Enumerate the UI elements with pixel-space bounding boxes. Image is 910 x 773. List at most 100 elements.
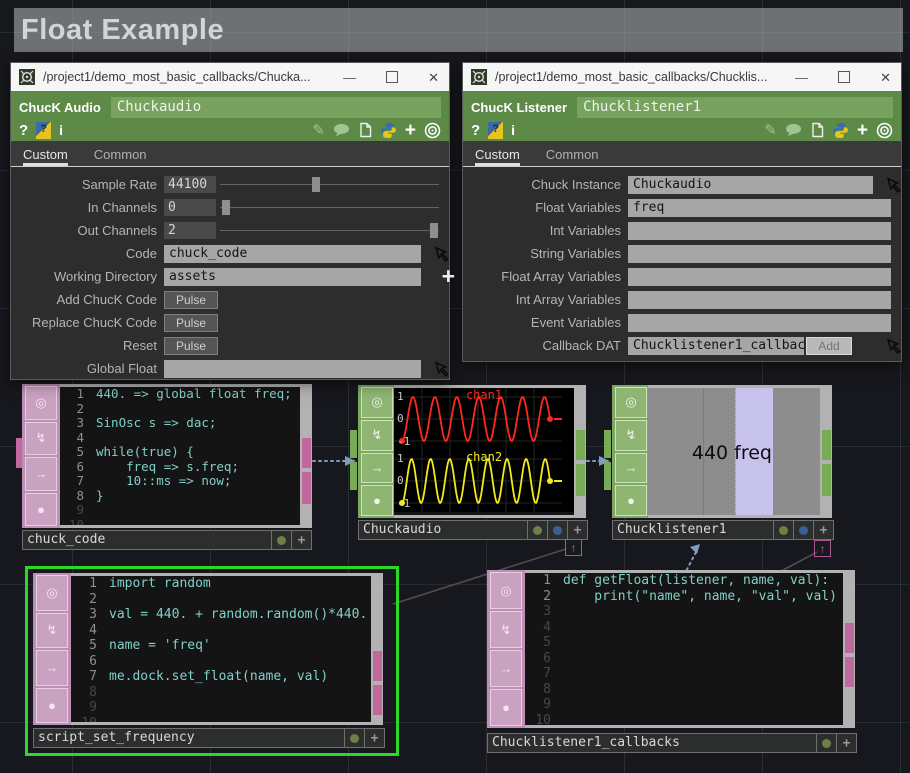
window-titlebar[interactable]: /project1/demo_most_basic_callbacks/Chuc…: [11, 63, 449, 91]
tab-common[interactable]: Common: [546, 147, 599, 166]
int-array-variables-field[interactable]: [628, 291, 891, 309]
render-flag-button[interactable]: [272, 531, 292, 549]
export-flag-icon[interactable]: →: [615, 453, 647, 484]
input-connector[interactable]: [350, 430, 357, 458]
export-arrow-icon[interactable]: [434, 244, 453, 263]
comment-icon[interactable]: [333, 123, 350, 137]
render-flag-button[interactable]: [345, 729, 365, 747]
output-connector[interactable]: [373, 685, 382, 715]
window-titlebar[interactable]: /project1/demo_most_basic_callbacks/Chuc…: [463, 63, 901, 91]
callback-dat-field[interactable]: Chucklistener1_callbacks: [628, 337, 804, 355]
bypass-flag-icon[interactable]: ↯: [36, 613, 68, 649]
node-script-set-frequency[interactable]: ◎ ↯ → ● 1 2 3 4 5 6 78 9 10 import rando…: [33, 573, 383, 725]
replace-chuck-code-pulse-button[interactable]: Pulse: [164, 314, 218, 332]
bypass-flag-icon[interactable]: ↯: [615, 420, 647, 451]
node-name-row[interactable]: Chucklistener1 +: [612, 520, 834, 540]
help-icon[interactable]: ?: [471, 122, 480, 139]
bomb-flag-icon[interactable]: ●: [36, 688, 68, 724]
input-connector[interactable]: [604, 462, 611, 490]
export-flag-icon[interactable]: →: [490, 650, 522, 687]
export-arrow-icon[interactable]: [886, 336, 905, 355]
string-variables-field[interactable]: [628, 245, 891, 263]
bomb-flag-icon[interactable]: ●: [361, 485, 393, 516]
in-channels-value[interactable]: 0: [164, 199, 216, 216]
in-channels-slider[interactable]: [220, 199, 439, 216]
export-arrow-icon[interactable]: [434, 359, 453, 378]
node-name-row[interactable]: Chuckaudio +: [358, 520, 588, 540]
output-connector[interactable]: [576, 464, 585, 496]
add-chuck-code-pulse-button[interactable]: Pulse: [164, 291, 218, 309]
maximize-button[interactable]: [838, 71, 850, 83]
input-connector[interactable]: [604, 430, 611, 458]
edit-pencil-icon[interactable]: ✎: [312, 121, 325, 139]
float-array-variables-field[interactable]: [628, 268, 891, 286]
export-flag-icon[interactable]: →: [36, 650, 68, 686]
maximize-button[interactable]: [386, 71, 398, 83]
info-icon[interactable]: i: [59, 122, 63, 138]
node-chucklistener1[interactable]: ◎ ↯ → ● 440 freq: [612, 385, 832, 518]
close-button[interactable]: ✕: [428, 71, 439, 84]
render-flag-button[interactable]: [774, 521, 794, 539]
comment-icon[interactable]: [785, 123, 802, 137]
bypass-flag-icon[interactable]: ↯: [25, 422, 57, 456]
node-chuck-code[interactable]: ◎ ↯ → ● 1 2 3 4 5 6 7 89 10 440. => glob…: [22, 384, 312, 528]
output-connector[interactable]: [845, 623, 854, 653]
copy-parameters-icon[interactable]: [810, 122, 824, 138]
tab-custom[interactable]: Custom: [475, 147, 520, 166]
docked-nodes-expand-arrow[interactable]: ↑: [565, 539, 582, 556]
tab-custom[interactable]: Custom: [23, 147, 68, 166]
bomb-flag-icon[interactable]: ●: [25, 493, 57, 527]
float-variables-field[interactable]: freq: [628, 199, 891, 217]
node-add-button[interactable]: +: [365, 729, 384, 747]
viewer-flag-icon[interactable]: ◎: [36, 575, 68, 611]
node-chucklistener1-callbacks[interactable]: ◎ ↯ → ● 1 23 4 5 6 7 8 9 10 def getFloat…: [487, 570, 855, 728]
help-icon[interactable]: ?: [19, 122, 28, 139]
sample-rate-value[interactable]: 44100: [164, 176, 216, 193]
output-connector[interactable]: [822, 464, 831, 496]
node-name-row[interactable]: Chucklistener1_callbacks +: [487, 733, 857, 753]
folder-plus-icon[interactable]: +: [442, 263, 455, 290]
python-help-icon[interactable]: ?: [488, 122, 503, 139]
export-flag-icon[interactable]: →: [361, 453, 393, 484]
output-connector[interactable]: [845, 657, 854, 687]
event-variables-field[interactable]: [628, 314, 891, 332]
out-channels-slider[interactable]: [220, 222, 439, 239]
docked-nodes-expand-arrow[interactable]: ↑: [814, 540, 831, 557]
node-add-button[interactable]: +: [814, 521, 833, 539]
target-icon[interactable]: [876, 122, 893, 139]
node-add-button[interactable]: +: [837, 734, 856, 752]
output-connector[interactable]: [302, 438, 311, 468]
node-add-button[interactable]: +: [568, 521, 587, 539]
output-connector[interactable]: [576, 430, 585, 460]
target-icon[interactable]: [424, 122, 441, 139]
code-field[interactable]: chuck_code: [164, 245, 421, 263]
audio-flag-button[interactable]: [548, 521, 568, 539]
int-variables-field[interactable]: [628, 222, 891, 240]
chuck-instance-field[interactable]: Chuckaudio: [628, 176, 873, 194]
node-name-row[interactable]: script_set_frequency +: [33, 728, 385, 748]
working-directory-field[interactable]: assets: [164, 268, 421, 286]
viewer-flag-icon[interactable]: ◎: [490, 572, 522, 609]
export-flag-icon[interactable]: →: [25, 457, 57, 491]
reset-pulse-button[interactable]: Pulse: [164, 337, 218, 355]
copy-parameters-icon[interactable]: [358, 122, 372, 138]
python-icon[interactable]: [380, 122, 397, 139]
python-icon[interactable]: [832, 122, 849, 139]
python-help-icon[interactable]: ?: [36, 122, 51, 139]
node-name-row[interactable]: chuck_code +: [22, 530, 312, 550]
output-connector[interactable]: [822, 430, 831, 460]
close-button[interactable]: ✕: [880, 71, 891, 84]
viewer-flag-icon[interactable]: ◎: [361, 387, 393, 418]
input-connector[interactable]: [350, 462, 357, 490]
node-add-button[interactable]: +: [292, 531, 311, 549]
audio-flag-button[interactable]: [794, 521, 814, 539]
render-flag-button[interactable]: [817, 734, 837, 752]
viewer-flag-icon[interactable]: ◎: [615, 387, 647, 418]
node-chuckaudio[interactable]: ◎ ↯ → ● chan1 1 0 -1 chan2 1 0 -1: [358, 385, 586, 518]
global-float-field[interactable]: [164, 360, 421, 378]
output-connector[interactable]: [302, 472, 311, 504]
info-icon[interactable]: i: [511, 122, 515, 138]
render-flag-button[interactable]: [528, 521, 548, 539]
out-channels-value[interactable]: 2: [164, 222, 216, 239]
add-icon[interactable]: +: [857, 121, 868, 140]
